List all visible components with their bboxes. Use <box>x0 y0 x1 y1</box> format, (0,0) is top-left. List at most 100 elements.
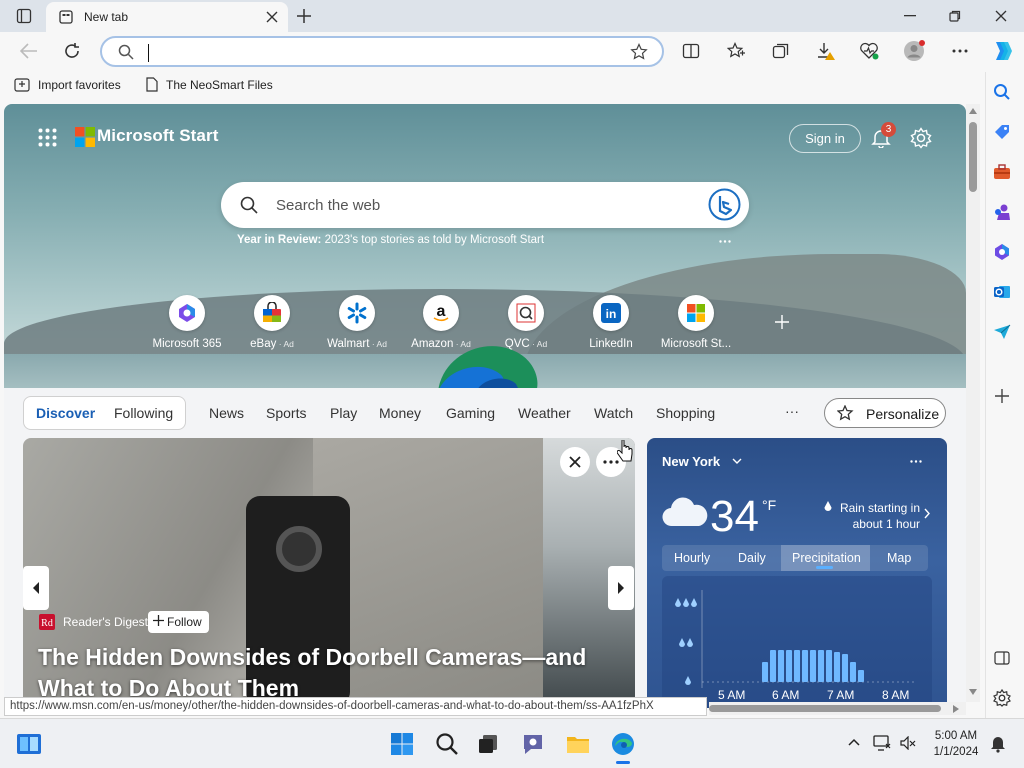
precipitation-bar <box>842 654 848 682</box>
sign-in-button[interactable]: Sign in <box>789 124 861 153</box>
chevron-down-icon[interactable] <box>732 458 742 464</box>
file-explorer-icon[interactable] <box>565 731 591 757</box>
quick-link-qvc[interactable]: QVC · Ad <box>481 295 571 350</box>
tab-money[interactable]: Money <box>379 405 421 421</box>
neosmart-files-link[interactable]: The NeoSmart Files <box>166 78 273 92</box>
brand-title[interactable]: Microsoft Start <box>97 126 218 146</box>
carousel-prev-button[interactable] <box>23 566 49 610</box>
tab-following[interactable]: Following <box>114 405 173 421</box>
quick-link-walmart[interactable]: Walmart · Ad <box>312 295 402 350</box>
add-sidebar-app-icon[interactable] <box>995 389 1009 403</box>
start-windows-icon[interactable] <box>389 731 415 757</box>
quick-link-amazon[interactable]: a Amazon · Ad <box>396 295 486 350</box>
import-favorites-link[interactable]: Import favorites <box>38 78 121 92</box>
hide-sidebar-icon[interactable] <box>994 650 1010 666</box>
weather-unit[interactable]: °F <box>762 497 776 513</box>
address-bar[interactable] <box>100 36 664 67</box>
bing-chat-icon[interactable] <box>708 188 741 221</box>
teams-chat-icon[interactable] <box>520 731 546 757</box>
scroll-down-icon[interactable] <box>969 689 977 695</box>
quick-link-label: Microsoft 365 <box>152 338 222 350</box>
personalize-button[interactable]: Personalize <box>824 398 946 428</box>
show-hidden-icons-icon[interactable] <box>848 738 860 746</box>
year-in-review-link[interactable]: Year in Review: 2023's top stories as to… <box>237 234 544 246</box>
edge-browser-icon[interactable] <box>610 731 636 757</box>
volume-muted-icon[interactable] <box>900 736 916 750</box>
scrollbar-thumb[interactable] <box>969 122 977 192</box>
notification-center-icon[interactable] <box>990 735 1006 753</box>
quick-link-linkedin[interactable]: in LinkedIn <box>566 295 656 350</box>
quick-link-ebay[interactable]: eBay · Ad <box>227 295 317 350</box>
more-tabs-button[interactable]: ··· <box>785 403 799 419</box>
weather-tab-map[interactable]: Map <box>887 551 911 565</box>
widgets-icon[interactable] <box>16 731 42 757</box>
web-search-box[interactable]: Search the web <box>221 182 749 228</box>
restore-icon[interactable] <box>949 10 961 22</box>
task-view-icon[interactable] <box>475 731 501 757</box>
copilot-icon[interactable] <box>990 39 1014 63</box>
network-icon[interactable] <box>873 735 891 751</box>
tab-sports[interactable]: Sports <box>266 405 306 421</box>
close-tab-icon[interactable] <box>266 11 278 23</box>
tab-gaming[interactable]: Gaming <box>446 405 495 421</box>
horizontal-scrollbar[interactable] <box>709 702 966 715</box>
taskbar-clock[interactable]: 5:00 AM 1/1/2024 <box>926 728 986 760</box>
weather-tab-daily[interactable]: Daily <box>738 551 766 565</box>
tab-watch[interactable]: Watch <box>594 405 633 421</box>
weather-more-icon[interactable] <box>910 460 922 463</box>
tab-actions-icon[interactable] <box>16 8 32 24</box>
downloads-icon[interactable] <box>816 41 836 61</box>
scroll-right-icon[interactable] <box>953 705 959 713</box>
tab-shopping[interactable]: Shopping <box>656 405 715 421</box>
chevron-right-icon[interactable] <box>924 508 930 519</box>
tools-briefcase-icon[interactable] <box>993 163 1011 181</box>
carousel-next-button[interactable] <box>608 566 634 610</box>
back-icon[interactable] <box>20 43 38 59</box>
refresh-icon[interactable] <box>63 42 81 60</box>
svg-text:in: in <box>606 307 617 321</box>
minimize-icon[interactable] <box>904 15 916 17</box>
new-tab-button[interactable] <box>296 8 312 24</box>
quick-link-label: LinkedIn <box>589 338 633 350</box>
raindrop-icon <box>824 501 832 512</box>
year-in-review-more-icon[interactable] <box>719 240 731 243</box>
games-chess-icon[interactable] <box>993 203 1011 221</box>
page-settings-gear-icon[interactable] <box>910 127 932 149</box>
collections-icon[interactable] <box>772 42 790 60</box>
dismiss-story-button[interactable] <box>560 447 590 477</box>
split-screen-icon[interactable] <box>682 42 700 60</box>
tab-new-tab[interactable]: New tab <box>46 2 288 32</box>
weather-tab-hourly[interactable]: Hourly <box>674 551 710 565</box>
address-input[interactable] <box>148 44 150 62</box>
drop-send-icon[interactable] <box>993 323 1011 341</box>
tab-weather[interactable]: Weather <box>518 405 571 421</box>
tab-play[interactable]: Play <box>330 405 357 421</box>
quick-link-microsoft-store[interactable]: Microsoft St... <box>651 295 741 350</box>
add-quick-link-icon[interactable] <box>775 315 789 329</box>
favorite-star-icon[interactable] <box>630 43 648 61</box>
vertical-scrollbar[interactable] <box>966 104 980 702</box>
close-window-icon[interactable] <box>995 10 1007 22</box>
browser-essentials-icon[interactable] <box>859 42 879 60</box>
scrollbar-thumb[interactable] <box>709 705 941 712</box>
settings-more-icon[interactable] <box>952 49 968 53</box>
tab-news[interactable]: News <box>209 405 244 421</box>
apps-launcher-icon[interactable] <box>38 128 57 147</box>
sidebar-settings-gear-icon[interactable] <box>993 689 1011 707</box>
scroll-up-icon[interactable] <box>969 108 977 114</box>
article-headline[interactable]: The Hidden Downsides of Doorbell Cameras… <box>38 642 613 704</box>
profile-avatar-icon[interactable] <box>903 40 925 62</box>
sidebar-search-icon[interactable] <box>993 83 1011 101</box>
tab-discover[interactable]: Discover <box>36 405 95 421</box>
shopping-tag-icon[interactable] <box>993 123 1011 141</box>
weather-tab-precipitation[interactable]: Precipitation <box>792 551 861 565</box>
taskbar-search-icon[interactable] <box>434 731 460 757</box>
microsoft-365-sidebar-icon[interactable] <box>993 243 1011 261</box>
web-search-input[interactable]: Search the web <box>276 197 380 214</box>
quick-link-microsoft-365[interactable]: Microsoft 365 <box>142 295 232 350</box>
favorites-icon[interactable] <box>727 42 745 60</box>
outlook-icon[interactable] <box>993 283 1011 301</box>
article-source[interactable]: Reader's Digest <box>63 615 148 629</box>
follow-source-button[interactable]: Follow <box>148 611 209 633</box>
weather-location[interactable]: New York <box>662 454 720 469</box>
